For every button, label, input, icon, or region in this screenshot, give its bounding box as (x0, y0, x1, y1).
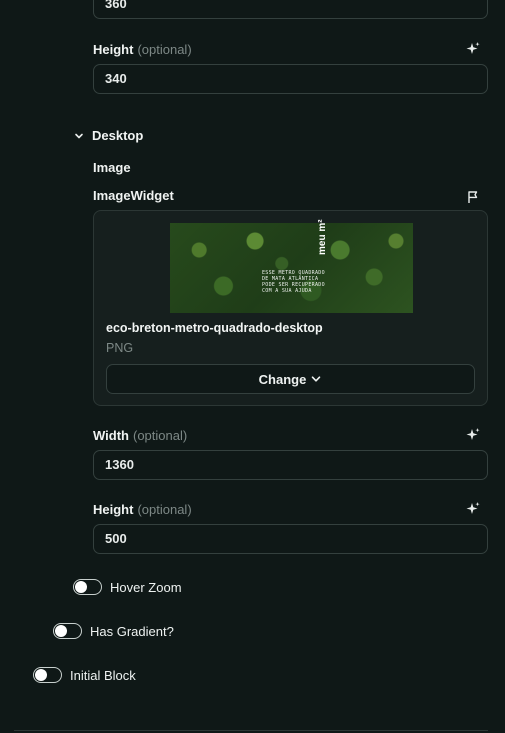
flag-icon[interactable] (466, 190, 480, 204)
desktop-section-header[interactable]: Desktop (74, 128, 143, 143)
file-name: eco-breton-metro-quadrado-desktop (106, 321, 323, 335)
mobile-height-input[interactable]: 340 (93, 64, 488, 94)
image-thumbnail[interactable]: meu m² ESSE METRO QUADRADO DE MATA ATLÂN… (170, 219, 413, 313)
change-button-label: Change (258, 371, 307, 387)
thumbnail-logo: meu m² (317, 219, 328, 255)
file-type: PNG (106, 341, 134, 355)
desktop-width-label: Width (optional) (93, 428, 187, 443)
change-button[interactable]: Change (106, 364, 475, 394)
initial-block-label: Initial Block (70, 667, 136, 683)
image-widget-card: meu m² ESSE METRO QUADRADO DE MATA ATLÂN… (93, 210, 488, 406)
ai-sparkle-icon[interactable] (465, 501, 481, 517)
initial-block-toggle[interactable] (33, 667, 62, 683)
ai-sparkle-icon[interactable] (465, 427, 481, 443)
mobile-width-input[interactable]: 360 (93, 0, 488, 19)
chevron-down-icon (75, 133, 83, 138)
divider (14, 730, 488, 731)
chevron-down-icon (312, 376, 321, 382)
mobile-height-optional: (optional) (137, 42, 192, 57)
desktop-width-input[interactable]: 1360 (93, 450, 488, 480)
hover-zoom-row: Hover Zoom (73, 579, 182, 595)
image-widget-label: ImageWidget (93, 188, 174, 203)
thumbnail-text: ESSE METRO QUADRADO DE MATA ATLÂNTICA PO… (262, 270, 325, 294)
desktop-width-label-text: Width (93, 428, 129, 443)
desktop-image-label: Image (93, 160, 131, 175)
desktop-width-optional: (optional) (132, 428, 188, 443)
hover-zoom-toggle[interactable] (73, 579, 102, 595)
ai-sparkle-icon[interactable] (465, 41, 481, 57)
has-gradient-toggle[interactable] (53, 623, 82, 639)
desktop-section-title: Desktop (92, 128, 144, 143)
desktop-height-optional: (optional) (137, 502, 192, 517)
desktop-height-input[interactable]: 500 (93, 524, 488, 554)
desktop-height-label: Height (optional) (93, 502, 192, 517)
has-gradient-label: Has Gradient? (90, 623, 174, 639)
desktop-height-label-text: Height (93, 502, 134, 517)
has-gradient-row: Has Gradient? (53, 623, 174, 639)
mobile-height-label: Height (optional) (93, 42, 192, 57)
mobile-height-label-text: Height (93, 42, 134, 57)
hover-zoom-label: Hover Zoom (110, 579, 182, 595)
initial-block-row: Initial Block (33, 667, 136, 683)
